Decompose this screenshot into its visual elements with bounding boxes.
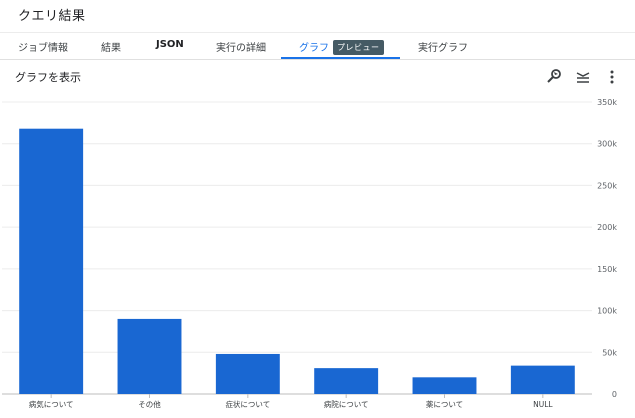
y-tick-label: 350k xyxy=(597,98,617,107)
x-tick-label: 病気について xyxy=(29,399,74,409)
bar xyxy=(314,368,379,394)
tab-execution-graph[interactable]: 実行グラフ xyxy=(418,39,468,54)
bar xyxy=(412,377,477,394)
page-title: クエリ結果 xyxy=(18,9,86,24)
tab-graph[interactable]: グラフ プレビュー xyxy=(299,39,384,55)
y-tick-label: 100k xyxy=(597,307,617,316)
y-tick-label: 50k xyxy=(602,348,617,357)
x-tick-label: その他 xyxy=(138,399,161,409)
more-vert-icon[interactable] xyxy=(607,69,617,84)
x-tick-label: 薬について xyxy=(426,399,463,409)
chart-heading: グラフを表示 xyxy=(15,71,81,84)
bar xyxy=(510,365,575,394)
x-tick-label: 症状について xyxy=(225,399,270,409)
x-tick-label: 病院について xyxy=(324,399,369,409)
y-tick-label: 0 xyxy=(612,390,617,399)
series-settings-icon[interactable] xyxy=(576,69,590,83)
y-tick-label: 250k xyxy=(597,181,617,190)
tab-json[interactable]: JSON xyxy=(156,39,184,50)
x-tick-label: NULL xyxy=(533,400,553,409)
tab-graph-label: グラフ xyxy=(299,43,329,54)
y-tick-label: 300k xyxy=(597,140,617,149)
tab-results[interactable]: 結果 xyxy=(101,39,121,54)
bar xyxy=(215,353,280,394)
explore-icon[interactable] xyxy=(546,68,562,84)
tab-bar: ジョブ情報 結果 JSON 実行の詳細 グラフ プレビュー 実行グラフ xyxy=(0,32,635,60)
bar-chart: 0 50k 100k 150k 200k 250k 300k 350k 病気について その他 症状に… xyxy=(2,98,617,409)
y-tick-label: 150k xyxy=(597,265,617,274)
active-tab-indicator xyxy=(281,57,400,59)
bar xyxy=(19,128,84,394)
tab-execution-details[interactable]: 実行の詳細 xyxy=(216,39,266,54)
bar xyxy=(117,318,182,394)
preview-badge: プレビュー xyxy=(333,40,384,55)
tab-job-info[interactable]: ジョブ情報 xyxy=(18,39,68,54)
y-tick-label: 200k xyxy=(597,223,617,232)
